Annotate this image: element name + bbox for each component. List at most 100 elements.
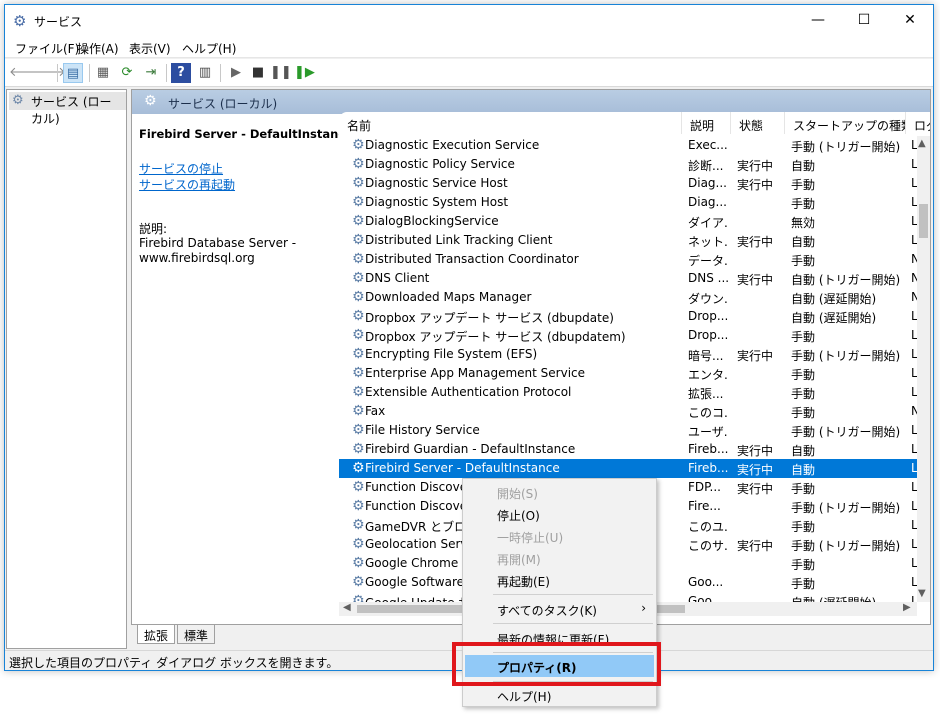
pane-header-title: サービス (ローカル) (168, 97, 278, 111)
service-description-cell: このユ... (688, 520, 728, 534)
service-startup-type: 手動 (791, 178, 816, 192)
service-row[interactable]: ⚙Enterprise App Management Service エンタ...… (339, 364, 917, 383)
service-status: 実行中 (737, 178, 774, 192)
service-startup-type: 手動 (791, 330, 816, 344)
help-icon[interactable]: ? (171, 63, 191, 83)
column-header-logon[interactable]: ログ (906, 112, 930, 134)
menu-file[interactable]: ファイル(F) (15, 40, 79, 57)
title-bar: ⚙ サービス — ☐ ✕ (5, 5, 933, 36)
service-gear-icon: ⚙ (352, 308, 365, 324)
menu-item-start[interactable]: 開始(S) (465, 481, 654, 503)
service-name: Fax (365, 404, 386, 418)
service-row[interactable]: ⚙Distributed Link Tracking Client ネット... 実… (339, 231, 917, 250)
service-detail-panel: Firebird Server - DefaultInstance サービスの停… (132, 114, 353, 624)
service-row[interactable]: ⚙ Extensible Authentication Protocol 拡張...… (339, 383, 917, 402)
menu-item-help[interactable]: ヘルプ(H) (465, 684, 654, 706)
column-header-description[interactable]: 説明 (682, 112, 731, 134)
forward-arrow-icon[interactable]: 🡒 (31, 63, 66, 83)
menu-item-all-tasks[interactable]: すべてのタスク(K) › (465, 598, 654, 620)
service-startup-type: 手動 (791, 482, 816, 496)
service-status: 実行中 (737, 159, 774, 173)
properties-highlight-box (452, 642, 661, 686)
service-gear-icon: ⚙ (352, 232, 365, 248)
toolbar-separator (57, 64, 58, 82)
vertical-scrollbar[interactable]: ▲ ▼ (917, 136, 930, 602)
service-row[interactable]: ⚙DialogBlockingServiceダイア...無効Lo (339, 212, 917, 231)
tab-extended[interactable]: 拡張 (137, 625, 176, 644)
properties-icon[interactable]: ▦ (93, 63, 113, 83)
service-row[interactable]: ⚙ Diagnostic Execution Service Exec... 手動 (… (339, 136, 917, 155)
menu-item-resume[interactable]: 再開(M) (465, 547, 654, 569)
menu-item-stop[interactable]: 停止(O) (465, 503, 654, 525)
service-description-cell: Diag... (688, 195, 727, 209)
menu-view[interactable]: 表示(V) (129, 40, 171, 57)
export-list-icon[interactable]: ⇥ (141, 63, 161, 83)
service-row[interactable]: ⚙ Firebird Server - DefaultInstance Fireb.… (339, 459, 917, 478)
service-row[interactable]: ⚙DNS ClientDNS ...実行中自動 (トリガー開始)N (339, 269, 917, 288)
view-icon[interactable]: ▥ (195, 63, 215, 83)
scroll-up-icon[interactable]: ▲ (918, 138, 926, 149)
menu-action[interactable]: 操作(A) (77, 40, 119, 57)
service-name: Dropbox アップデート サービス (dbupdatem) (365, 330, 626, 344)
service-status: 実行中 (737, 273, 774, 287)
menu-item-pause[interactable]: 一時停止(U) (465, 525, 654, 547)
service-row[interactable]: ⚙ Encrypting File System (EFS) 暗号... 実行中 手動 … (339, 345, 917, 364)
restart-icon[interactable]: ❚▶ (294, 63, 315, 83)
service-startup-type: 手動 (トリガー開始) (791, 349, 901, 363)
start-icon[interactable]: ▶ (226, 63, 246, 83)
column-header-startup-type[interactable]: スタートアップの種類 (785, 112, 906, 134)
service-row[interactable]: ⚙ Dropbox アップデート サービス (dbupdatem) Drop... 手… (339, 326, 917, 345)
column-header-name[interactable]: ^ 名前 (339, 112, 682, 134)
console-tree-icon[interactable]: ▤ (63, 63, 83, 83)
service-name: Firebird Guardian - DefaultInstance (365, 442, 576, 456)
service-row[interactable]: ⚙Downloaded Maps Managerダウン...自動 (遅延開始)N (339, 288, 917, 307)
service-row[interactable]: ⚙Diagnostic Service HostDiag...実行中手動Lo (339, 174, 917, 193)
back-arrow-icon[interactable]: 🡐 (9, 63, 44, 83)
service-startup-type: 手動 (トリガー開始) (791, 539, 901, 553)
column-header-status[interactable]: 状態 (731, 112, 785, 134)
service-description-cell: DNS ... (688, 271, 728, 285)
maximize-button[interactable]: ☐ (841, 5, 887, 36)
menu-help[interactable]: ヘルプ(H) (182, 40, 236, 57)
service-status: 実行中 (737, 444, 774, 458)
toolbar-separator (166, 64, 167, 82)
scroll-left-icon[interactable]: ◀ (343, 602, 351, 613)
refresh-icon[interactable]: ⟳ (117, 63, 137, 83)
close-button[interactable]: ✕ (887, 5, 933, 36)
tree-item-services-local[interactable]: ⚙ サービス (ローカル) (9, 92, 126, 126)
service-gear-icon: ⚙ (352, 441, 365, 457)
restart-service-link[interactable]: サービスの再起動 (139, 176, 235, 193)
scroll-down-icon[interactable]: ▼ (918, 588, 926, 599)
service-name: Enterprise App Management Service (365, 366, 586, 380)
service-gear-icon: ⚙ (352, 156, 365, 172)
services-gear-icon: ⚙ (144, 93, 157, 109)
menu-item-restart[interactable]: 再起動(E) (465, 569, 654, 591)
service-row[interactable]: ⚙File History Serviceユーザ...手動 (トリガー開始)Lo (339, 421, 917, 440)
service-description-cell: Goo... (688, 594, 724, 602)
service-row[interactable]: ⚙Diagnostic Policy Service診断...実行中自動Lo (339, 155, 917, 174)
toolbar-separator (220, 64, 221, 82)
service-status: 実行中 (737, 235, 774, 249)
service-gear-icon: ⚙ (352, 251, 365, 267)
service-name: Distributed Transaction Coordinator (365, 252, 579, 266)
service-row[interactable]: ⚙ Distributed Transaction Coordinator データ.… (339, 250, 917, 269)
tree-item-label: サービス (ローカル) (31, 95, 112, 126)
stop-service-link[interactable]: サービスの停止 (139, 160, 223, 177)
service-row[interactable]: ⚙Diagnostic System HostDiag...手動Lo (339, 193, 917, 212)
service-gear-icon: ⚙ (352, 536, 365, 552)
service-row[interactable]: ⚙Faxこのコ...手動N (339, 402, 917, 421)
pause-icon[interactable]: ❚❚ (270, 63, 292, 83)
service-status: 実行中 (737, 482, 774, 496)
service-row[interactable]: ⚙ Firebird Guardian - DefaultInstance Fire… (339, 440, 917, 459)
minimize-button[interactable]: — (795, 5, 841, 36)
service-name: DNS Client (365, 271, 430, 285)
service-row[interactable]: ⚙ Dropbox アップデート サービス (dbupdate) Drop... 自動… (339, 307, 917, 326)
scroll-right-icon[interactable]: ▶ (903, 602, 911, 613)
service-startup-type: 自動 (遅延開始) (791, 292, 877, 306)
stop-icon[interactable]: ■ (248, 63, 268, 83)
service-description: Firebird Database Server - www.firebirds… (139, 236, 297, 265)
tab-standard[interactable]: 標準 (177, 625, 216, 644)
service-gear-icon: ⚙ (352, 365, 365, 381)
column-header-label: 名前 (347, 119, 372, 133)
scrollbar-thumb[interactable] (919, 204, 928, 238)
